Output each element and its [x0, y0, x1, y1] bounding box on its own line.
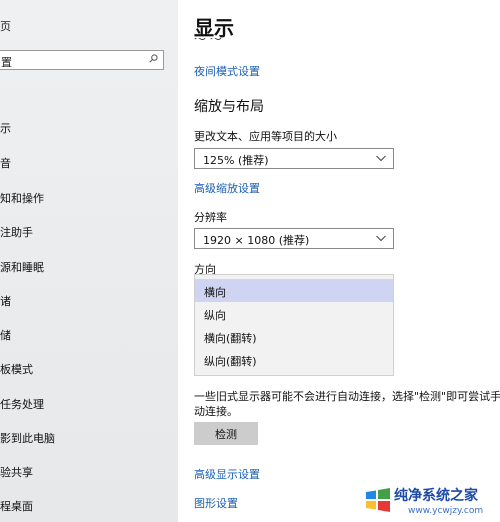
graphics-settings-link[interactable]: 图形设置	[194, 495, 238, 511]
sidebar-item-focus-assist[interactable]: 注助手	[0, 224, 33, 240]
sidebar-item-sound[interactable]: 音	[0, 155, 11, 171]
sidebar-item-battery[interactable]: 诸	[0, 293, 11, 309]
resolution-dropdown[interactable]: 1920 × 1080 (推荐)	[194, 228, 394, 249]
sidebar-item-remote-desktop[interactable]: 程桌面	[0, 498, 33, 514]
sidebar-item-projecting[interactable]: 影到此电脑	[0, 430, 55, 446]
sidebar-item-shared-experiences[interactable]: 验共享	[0, 464, 33, 480]
sidebar-item-display[interactable]: 示	[0, 120, 11, 136]
chevron-down-icon	[376, 235, 386, 242]
option-label: 纵向	[204, 309, 226, 322]
sidebar-item-tablet-mode[interactable]: 板模式	[0, 361, 33, 377]
resolution-dropdown-value: 1920 × 1080 (推荐)	[203, 234, 310, 247]
orientation-option-portrait-flipped[interactable]: 纵向(翻转)	[195, 348, 393, 371]
display-settings-panel: 显示 〜 〜 夜间模式设置 缩放与布局 更改文本、应用等项目的大小 125% (…	[178, 0, 500, 522]
sidebar-item-notifications[interactable]: 知和操作	[0, 190, 44, 206]
clipped-toggle-text: 〜 〜	[194, 38, 222, 46]
section-title-scale-layout: 缩放与布局	[194, 99, 264, 115]
option-label: 纵向(翻转)	[204, 355, 257, 368]
watermark-url: www.ycwjzy.com	[408, 506, 484, 516]
search-input[interactable]: 置	[0, 50, 164, 70]
watermark-title: 纯净系统之家	[394, 488, 478, 504]
search-icon	[149, 54, 158, 63]
orientation-option-landscape[interactable]: 横向	[195, 279, 393, 302]
detect-button[interactable]: 检测	[194, 422, 258, 445]
orientation-dropdown-list[interactable]: 横向 纵向 横向(翻转) 纵向(翻转)	[194, 274, 394, 376]
orientation-option-portrait[interactable]: 纵向	[195, 302, 393, 325]
watermark: 纯净系统之家 www.ycwjzy.com	[360, 480, 500, 522]
detect-display-hint: 一些旧式显示器可能不会进行自动连接，选择"检测"即可尝试手动连接。	[194, 390, 500, 418]
resolution-label: 分辨率	[194, 211, 227, 224]
sidebar-item-storage[interactable]: 储	[0, 327, 11, 343]
night-light-settings-link[interactable]: 夜间模式设置	[194, 63, 260, 79]
settings-sidebar: 页 置 示 音 知和操作 注助手 源和睡眠 诸 储 板模式 任务处理 影到此电脑…	[0, 0, 178, 522]
orientation-option-landscape-flipped[interactable]: 横向(翻转)	[195, 325, 393, 348]
search-input-text: 置	[1, 56, 12, 69]
windows-logo-icon	[366, 488, 390, 512]
scale-dropdown[interactable]: 125% (推荐)	[194, 148, 394, 169]
advanced-display-settings-link[interactable]: 高级显示设置	[194, 466, 260, 482]
sidebar-home-item[interactable]: 页	[0, 18, 11, 34]
chevron-down-icon	[376, 155, 386, 162]
sidebar-item-multitasking[interactable]: 任务处理	[0, 396, 44, 412]
scale-dropdown-value: 125% (推荐)	[203, 154, 269, 167]
option-label: 横向	[204, 286, 226, 299]
text-size-label: 更改文本、应用等项目的大小	[194, 130, 337, 143]
page-title: 显示	[194, 16, 234, 40]
option-label: 横向(翻转)	[204, 332, 257, 345]
sidebar-item-power-sleep[interactable]: 源和睡眠	[0, 259, 44, 275]
advanced-scaling-link[interactable]: 高级缩放设置	[194, 180, 260, 196]
